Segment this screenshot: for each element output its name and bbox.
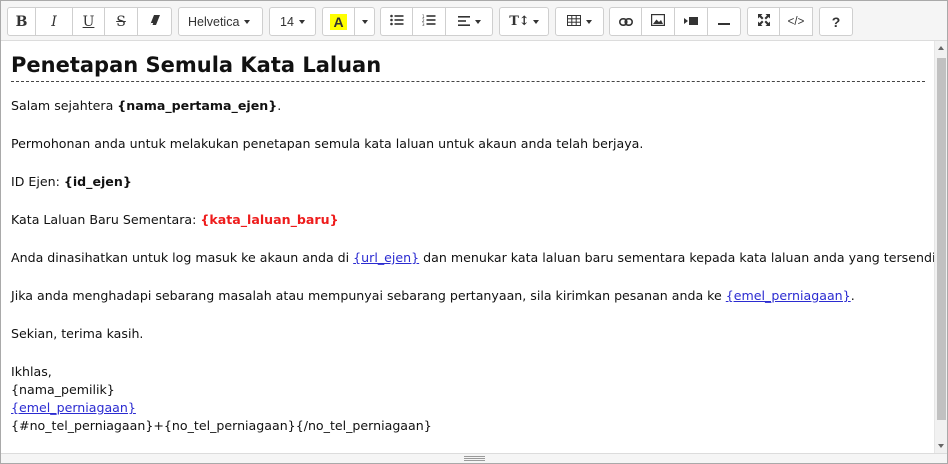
greeting-paragraph: Salam sejahtera {nama_pertama_ejen}. — [11, 98, 282, 113]
horizontal-rule-button[interactable] — [708, 7, 741, 36]
chevron-down-icon — [244, 19, 251, 24]
align-left-icon — [457, 14, 470, 29]
agent-id-paragraph: ID Ejen: {id_ejen} — [11, 174, 132, 189]
chevron-down-icon — [474, 19, 481, 24]
chevron-down-icon — [586, 19, 592, 24]
horizontal-rule-icon — [718, 14, 730, 29]
link-icon — [618, 14, 633, 29]
first-name-variable: {nama_pertama_ejen} — [117, 98, 278, 113]
numbered-list-icon: 123 — [422, 14, 436, 29]
insert-link-button[interactable] — [609, 7, 642, 36]
font-size-dropdown[interactable]: 14 — [269, 7, 316, 36]
table-dropdown[interactable] — [555, 7, 604, 36]
temp-password-variable: {kata_laluan_baru} — [200, 212, 339, 227]
bullet-list-icon — [389, 14, 404, 29]
line-height-dropdown[interactable]: T↕ — [499, 7, 549, 36]
editor-toolbar: B I U S Helvetica 14 A 1 2 3 T↕ </> ? — [1, 1, 947, 41]
agent-id-variable: {id_ejen} — [63, 174, 132, 189]
email-heading: Penetapan Semula Kata Laluan — [11, 51, 925, 82]
insert-picture-button[interactable] — [642, 7, 675, 36]
unordered-list-button[interactable] — [380, 7, 413, 36]
fullscreen-button[interactable] — [747, 7, 780, 36]
signature-line: Ikhlas, — [11, 364, 52, 379]
svg-text:3: 3 — [422, 22, 425, 26]
chevron-down-icon — [532, 19, 539, 24]
chevron-down-icon — [361, 19, 368, 24]
vertical-scrollbar[interactable] — [934, 41, 947, 453]
code-view-button[interactable]: </> — [780, 7, 813, 36]
chevron-down-icon — [298, 19, 305, 24]
signature-email-link[interactable]: {emel_perniagaan} — [11, 400, 136, 415]
scroll-down-icon[interactable] — [938, 444, 944, 448]
underline-button[interactable]: U — [73, 7, 105, 36]
clear-format-button[interactable] — [138, 7, 172, 36]
scroll-up-icon[interactable] — [938, 46, 944, 50]
editor-statusbar — [1, 453, 947, 463]
owner-name-variable: {nama_pemilik} — [11, 382, 115, 397]
bold-button[interactable]: B — [7, 7, 36, 36]
contact-paragraph: Jika anda menghadapi sebarang masalah at… — [11, 288, 855, 303]
agent-url-link[interactable]: {url_ejen} — [353, 250, 419, 265]
scrollbar-thumb[interactable] — [937, 58, 946, 420]
resize-grip-icon[interactable] — [464, 456, 485, 461]
table-icon — [567, 14, 581, 29]
ordered-list-button[interactable]: 123 — [413, 7, 446, 36]
italic-button[interactable]: I — [36, 7, 73, 36]
insert-video-button[interactable] — [675, 7, 708, 36]
success-paragraph: Permohonan anda untuk melakukan penetapa… — [11, 136, 644, 151]
login-advice-paragraph: Anda dinasihatkan untuk log masuk ke aka… — [11, 250, 935, 265]
strikethrough-button[interactable]: S — [105, 7, 138, 36]
font-family-dropdown[interactable]: Helvetica — [178, 7, 263, 36]
help-button[interactable]: ? — [819, 7, 853, 36]
expand-icon — [757, 14, 770, 29]
business-email-link[interactable]: {emel_perniagaan} — [726, 288, 851, 303]
rich-text-editor: B I U S Helvetica 14 A 1 2 3 T↕ </> ? Pe… — [0, 0, 948, 464]
eraser-icon — [149, 14, 161, 29]
video-icon — [684, 14, 698, 29]
paragraph-align-dropdown[interactable] — [446, 7, 493, 36]
editor-content[interactable]: Penetapan Semula Kata Laluan Salam sejah… — [1, 41, 935, 453]
temp-password-paragraph: Kata Laluan Baru Sementara: {kata_laluan… — [11, 212, 339, 227]
closing-paragraph: Sekian, terima kasih. — [11, 326, 144, 341]
phone-variable: {#no_tel_perniagaan}+{no_tel_perniagaan}… — [11, 418, 432, 433]
picture-icon — [651, 14, 666, 29]
text-color-button[interactable]: A — [322, 7, 355, 36]
color-dropdown-button[interactable] — [355, 7, 375, 36]
